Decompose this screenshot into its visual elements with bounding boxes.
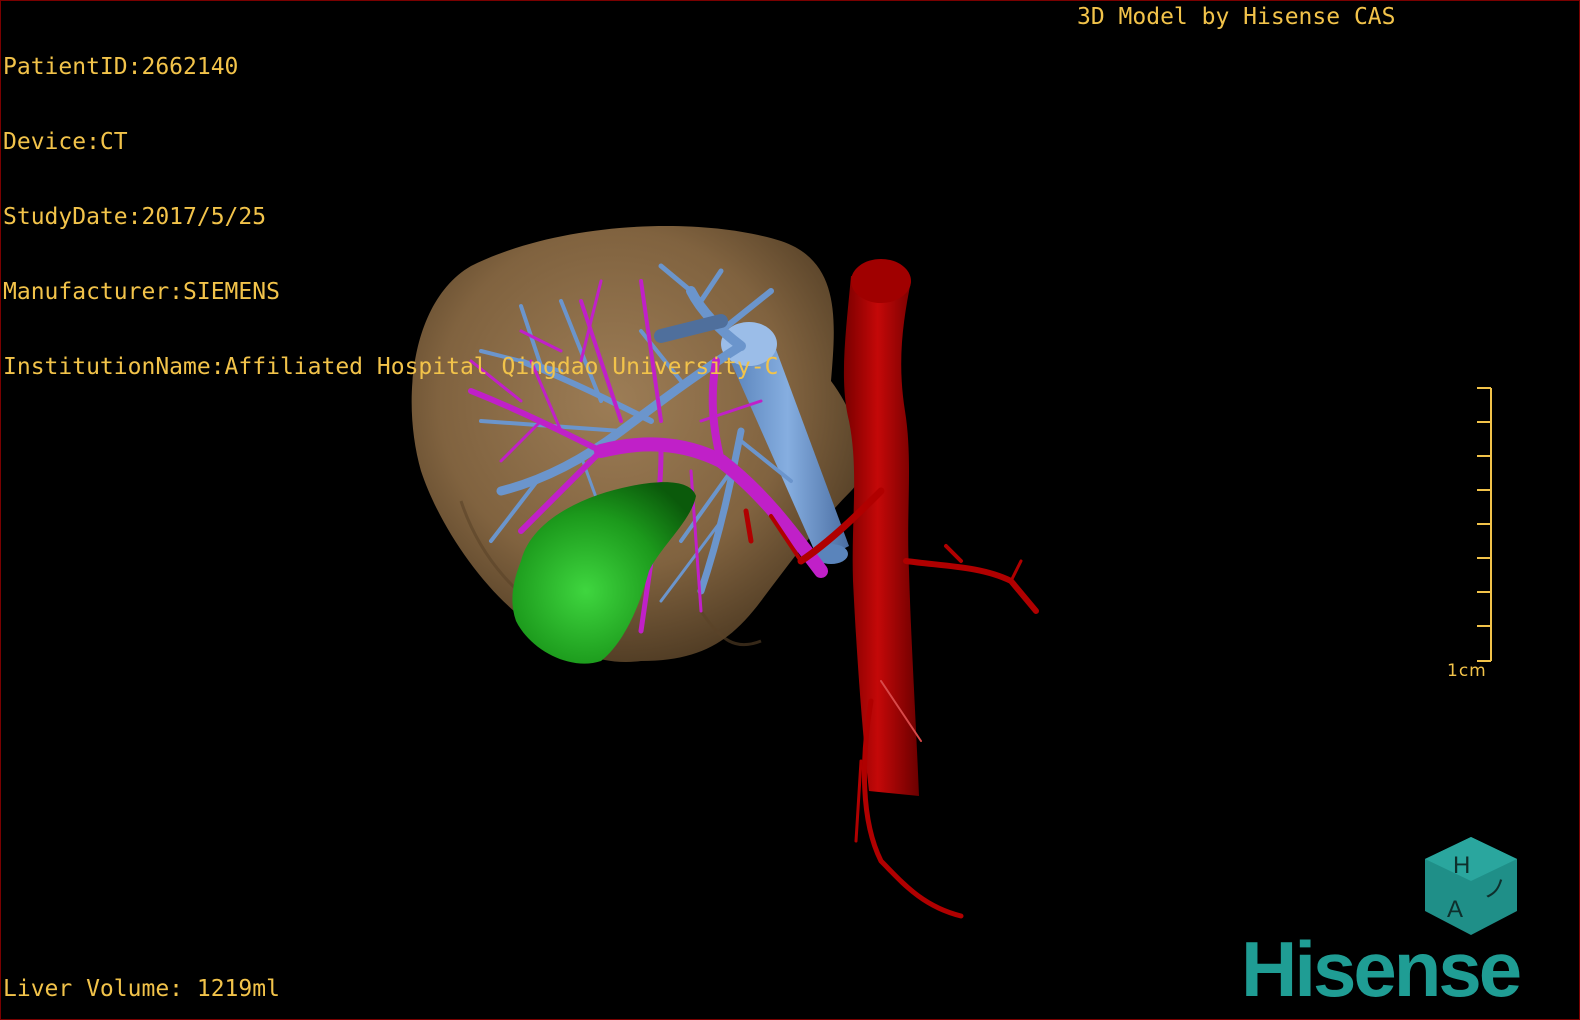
institution-name: InstitutionName:Affiliated Hospital Qing… [3, 354, 779, 380]
hisense-logo: Hisense [1241, 925, 1522, 1013]
badge-letter-a: A [1447, 896, 1463, 923]
manufacturer: Manufacturer:SIEMENS [3, 279, 280, 305]
model-brand-title: 3D Model by Hisense CAS [1077, 4, 1396, 30]
liver-volume: Liver Volume: 1219ml [3, 976, 280, 1002]
device: Device:CT [3, 129, 128, 155]
scale-label: 1cm [1447, 661, 1487, 681]
abdominal-aorta [843, 259, 919, 796]
dicom-info-block: PatientID:2662140 Device:CT StudyDate:20… [3, 5, 778, 430]
patient-id: PatientID:2662140 [3, 54, 239, 80]
study-date: StudyDate:2017/5/25 [3, 204, 267, 230]
badge-letter-no: ノ [1483, 876, 1507, 903]
hexagon-cube-icon: H A ノ [1425, 837, 1517, 935]
badge-letter-h: H [1453, 852, 1470, 879]
scale-bar [1477, 387, 1492, 662]
3d-model-viewport[interactable]: PatientID:2662140 Device:CT StudyDate:20… [0, 0, 1580, 1020]
